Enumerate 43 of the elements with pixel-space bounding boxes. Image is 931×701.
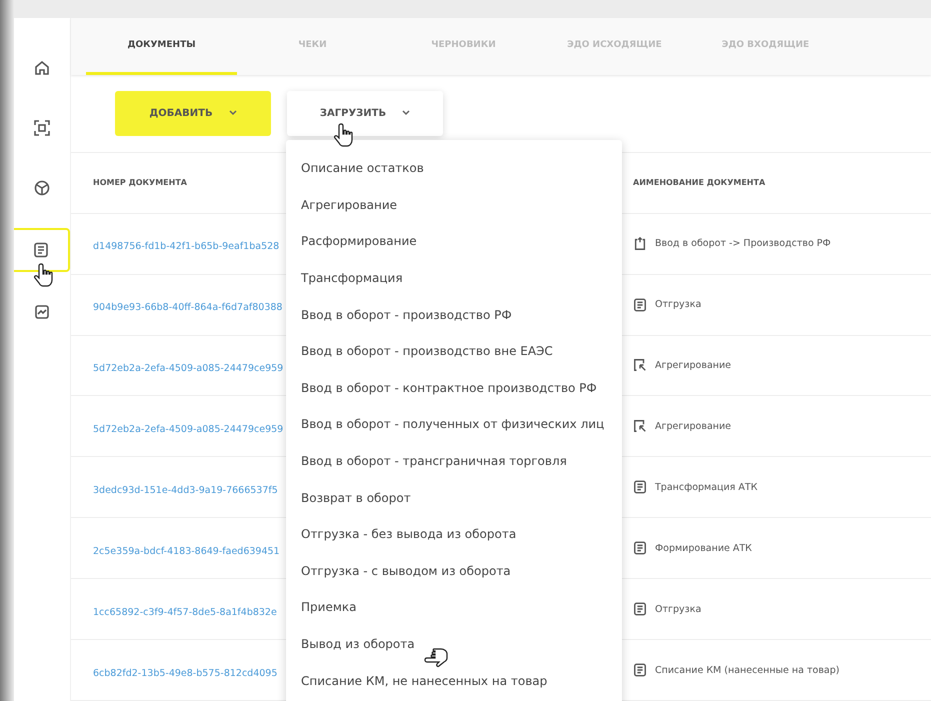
box-arrow-icon bbox=[633, 236, 647, 251]
chart-icon bbox=[34, 304, 50, 320]
document-icon bbox=[633, 480, 647, 494]
chevron-down-icon bbox=[402, 110, 410, 116]
menu-item[interactable]: Вывод из оборота bbox=[286, 626, 622, 662]
menu-item[interactable]: Трансформация bbox=[286, 260, 622, 296]
chevron-down-icon bbox=[228, 110, 237, 116]
upload-button[interactable]: ЗАГРУЗИТЬ bbox=[287, 90, 443, 136]
document-name: Списание КМ (нанесенные на товар) bbox=[655, 664, 840, 676]
add-button[interactable]: ДОБАВИТЬ bbox=[115, 90, 271, 136]
document-icon bbox=[633, 541, 647, 556]
menu-item[interactable]: Ввод в оборот - производство вне ЕАЭС bbox=[286, 332, 622, 370]
menu-item[interactable]: Ввод в оборот - трансграничная торговля bbox=[286, 442, 622, 480]
document-icon bbox=[633, 663, 647, 678]
menu-item[interactable]: Ввод в оборот - полученных от физических лиц bbox=[286, 406, 622, 443]
menu-item[interactable]: Расформирование bbox=[286, 223, 622, 260]
document-name: Агрегирование bbox=[655, 360, 732, 371]
corner-arrow-icon bbox=[633, 358, 647, 372]
document-name: Отгрузка bbox=[655, 604, 702, 615]
tab[interactable]: ДОКУМЕНТЫ bbox=[86, 18, 237, 75]
scan-icon bbox=[34, 120, 50, 136]
document-icon bbox=[633, 298, 647, 312]
menu-item[interactable]: Описание остатков bbox=[286, 150, 622, 187]
menu-item[interactable]: Отгрузка - с выводом из оборота bbox=[286, 552, 622, 590]
column-header: НОМЕР ДОКУМЕНТА bbox=[93, 178, 188, 188]
menu-item[interactable]: Ввод в оборот - контрактное производство РФ bbox=[286, 370, 622, 406]
home-icon bbox=[34, 60, 50, 76]
menu-item[interactable]: Ввод в оборот - производство РФ bbox=[286, 296, 622, 333]
cube-icon bbox=[34, 180, 50, 196]
document-icon bbox=[633, 602, 647, 616]
document-name: Трансформация АТК bbox=[655, 482, 758, 493]
menu-item[interactable]: Списание КМ, не нанесенных на товар bbox=[286, 662, 622, 699]
document-icon bbox=[33, 242, 49, 258]
document-name: Формирование АТК bbox=[655, 542, 752, 554]
document-name: Ввод в оборот -> Производство РФ bbox=[655, 238, 831, 250]
menu-item[interactable]: Возврат в оборот bbox=[286, 479, 622, 516]
document-name: Агрегирование bbox=[655, 420, 732, 432]
column-header: АИМЕНОВАНИЕ ДОКУМЕНТА bbox=[633, 178, 766, 188]
document-name: Отгрузка bbox=[655, 299, 702, 310]
corner-arrow-icon bbox=[633, 419, 647, 434]
menu-item[interactable]: Отгрузка - без вывода из оборота bbox=[286, 516, 622, 553]
menu-item[interactable]: Агрегирование bbox=[286, 186, 622, 224]
menu-item[interactable]: Приемка bbox=[286, 589, 622, 626]
